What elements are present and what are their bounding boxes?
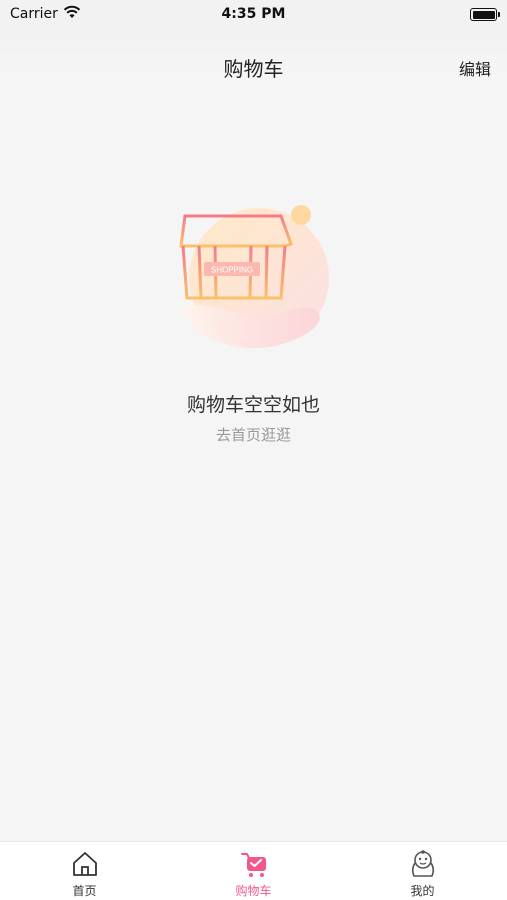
- illustration-shopping-text: SHOPPING: [211, 266, 253, 275]
- go-home-link[interactable]: 去首页逛逛: [0, 424, 507, 445]
- tab-home[interactable]: 首页: [0, 842, 169, 900]
- empty-cart-title: 购物车空空如也: [186, 394, 320, 416]
- status-time: 4:35 PM: [221, 6, 286, 22]
- cart-icon: [240, 853, 266, 877]
- tab-profile[interactable]: 我的: [338, 842, 507, 900]
- tab-bar: 首页 购物车 我的: [0, 841, 507, 900]
- tab-cart[interactable]: 购物车: [169, 842, 338, 900]
- edit-button[interactable]: 编辑: [459, 56, 491, 80]
- empty-cart-illustration: SHOPPING: [179, 205, 329, 349]
- tab-cart-label: 购物车: [235, 884, 272, 898]
- battery-icon: [470, 8, 500, 21]
- navigation-bar: 购物车 编辑: [0, 30, 507, 96]
- profile-icon: [411, 850, 434, 877]
- tab-home-label: 首页: [72, 884, 97, 898]
- tab-profile-label: 我的: [410, 884, 435, 898]
- page-title: 购物车: [223, 57, 284, 81]
- status-bar: Carrier 4:35 PM: [0, 0, 507, 30]
- home-icon: [72, 852, 97, 876]
